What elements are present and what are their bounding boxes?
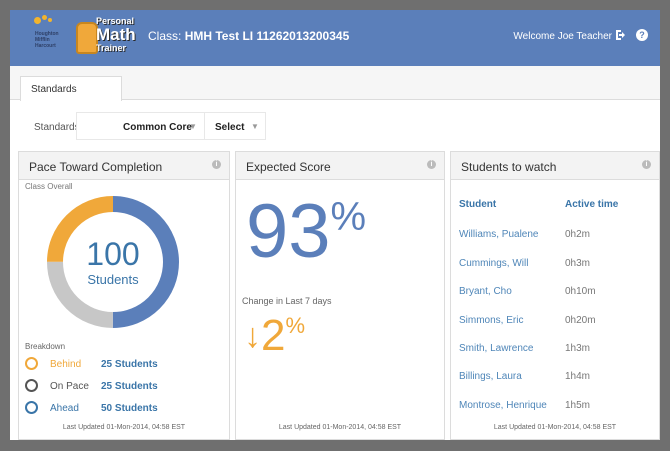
app-window: Houghton Mifflin Harcourt Personal Math … xyxy=(10,10,660,440)
app-name-mid: Math xyxy=(96,25,136,44)
breakdown-row-ahead: Ahead 50 Students xyxy=(25,401,225,417)
info-icon[interactable]: i xyxy=(642,160,651,169)
active-time: 1h4m xyxy=(565,371,591,382)
breakdown-title: Breakdown xyxy=(25,342,66,351)
student-name-link[interactable]: Cummings, Will xyxy=(459,258,528,269)
expected-score-panel: Expected Score i 93% Change in Last 7 da… xyxy=(235,151,445,440)
last-updated: Last Updated 01-Mon-2014, 04:58 EST xyxy=(493,424,617,431)
tab-standards[interactable]: Standards xyxy=(20,76,122,101)
pace-title: Pace Toward Completion xyxy=(29,160,163,174)
active-time: 0h3m xyxy=(565,258,591,269)
info-icon[interactable]: i xyxy=(212,160,221,169)
breakdown-count[interactable]: 25 Students xyxy=(101,359,158,370)
welcome-text: Welcome Joe Teacher xyxy=(513,31,612,42)
student-name-link[interactable]: Smith, Lawrence xyxy=(459,343,533,354)
hmh-logo: Houghton Mifflin Harcourt xyxy=(30,14,70,54)
app-header: Houghton Mifflin Harcourt Personal Math … xyxy=(10,10,660,66)
score-percent-sign: % xyxy=(330,195,367,239)
breakdown-name: On Pace xyxy=(50,381,89,392)
standards-filter-label: Standards xyxy=(34,122,80,133)
logo[interactable]: Houghton Mifflin Harcourt Personal Math … xyxy=(30,14,140,62)
select-dropdown-value: Select xyxy=(215,122,245,133)
expected-score-header: Expected Score i xyxy=(236,152,444,180)
chevron-down-icon: ▼ xyxy=(189,122,197,131)
active-time: 0h2m xyxy=(565,229,591,240)
table-row: Simmons, Eric 0h20m xyxy=(451,315,659,331)
logout-icon[interactable] xyxy=(615,29,627,41)
class-name: HMH Test LI 11262013200345 xyxy=(184,29,350,43)
active-time: 1h5m xyxy=(565,400,591,411)
hmh-logo-text: Houghton Mifflin Harcourt xyxy=(35,31,59,49)
change-number: 2 xyxy=(261,311,286,360)
change-percent-sign: % xyxy=(285,313,306,338)
pace-panel-header: Pace Toward Completion i xyxy=(19,152,229,180)
students-to-watch-header: Students to watch i xyxy=(451,152,659,180)
donut-total-label: Students xyxy=(87,272,139,287)
active-time: 1h3m xyxy=(565,343,591,354)
select-dropdown[interactable]: Select ▼ xyxy=(204,112,266,140)
breakdown-name: Behind xyxy=(50,359,82,370)
change-value: ↓2% xyxy=(244,312,305,360)
breakdown-row-behind: Behind 25 Students xyxy=(25,357,225,373)
standard-select[interactable]: Common Core ▼ xyxy=(76,112,206,140)
change-label: Change in Last 7 days xyxy=(242,296,332,306)
expected-score-title: Expected Score xyxy=(246,160,331,174)
breakdown-count[interactable]: 50 Students xyxy=(101,403,158,414)
active-time: 0h20m xyxy=(565,315,596,326)
ahead-ring-icon xyxy=(25,401,38,414)
col-header-active-time: Active time xyxy=(565,199,619,210)
class-overall-label: Class Overall xyxy=(25,182,73,191)
breakdown-count[interactable]: 25 Students xyxy=(101,381,158,392)
standard-select-value: Common Core xyxy=(123,122,192,133)
donut-total: 100 xyxy=(86,236,140,272)
on-pace-ring-icon xyxy=(25,379,38,392)
app-name-bottom: Trainer xyxy=(96,43,127,53)
student-name-link[interactable]: Bryant, Cho xyxy=(459,286,512,297)
student-name-link[interactable]: Simmons, Eric xyxy=(459,315,523,326)
class-title: Class: HMH Test LI 11262013200345 xyxy=(148,29,349,43)
info-icon[interactable]: i xyxy=(427,160,436,169)
class-prefix: Class: xyxy=(148,29,185,43)
pace-panel: Pace Toward Completion i Class Overall 1… xyxy=(18,151,230,440)
col-header-student: Student xyxy=(459,199,497,210)
students-to-watch-title: Students to watch xyxy=(461,160,557,174)
score-number: 93 xyxy=(246,189,331,274)
tab-bar: Standards xyxy=(10,66,660,101)
last-updated: Last Updated 01-Mon-2014, 04:58 EST xyxy=(278,424,402,431)
student-name-link[interactable]: Billings, Laura xyxy=(459,371,522,382)
filter-bar: Standards Common Core ▼ Select ▼ xyxy=(10,105,660,145)
last-updated: Last Updated 01-Mon-2014, 04:58 EST xyxy=(62,424,186,431)
table-row: Billings, Laura 1h4m xyxy=(451,371,659,387)
student-name-link[interactable]: Williams, Pualene xyxy=(459,229,538,240)
table-row: Bryant, Cho 0h10m xyxy=(451,286,659,302)
table-row: Montrose, Henrique 1h5m xyxy=(451,400,659,416)
student-name-link[interactable]: Montrose, Henrique xyxy=(459,400,547,411)
active-time: 0h10m xyxy=(565,286,596,297)
backpack-icon xyxy=(76,22,98,54)
behind-ring-icon xyxy=(25,357,38,370)
help-icon[interactable]: ? xyxy=(636,29,648,41)
breakdown-name: Ahead xyxy=(50,403,79,414)
expected-score-value: 93% xyxy=(246,192,366,272)
table-row: Cummings, Will 0h3m xyxy=(451,258,659,274)
breakdown-row-on-pace: On Pace 25 Students xyxy=(25,379,225,395)
table-row: Smith, Lawrence 1h3m xyxy=(451,343,659,359)
chevron-down-icon: ▼ xyxy=(251,122,259,131)
pmt-logo: Personal Math Trainer xyxy=(70,16,140,58)
table-row: Williams, Pualene 0h2m xyxy=(451,229,659,245)
students-to-watch-panel: Students to watch i Student Active time … xyxy=(450,151,660,440)
arrow-down-icon: ↓ xyxy=(244,317,261,355)
